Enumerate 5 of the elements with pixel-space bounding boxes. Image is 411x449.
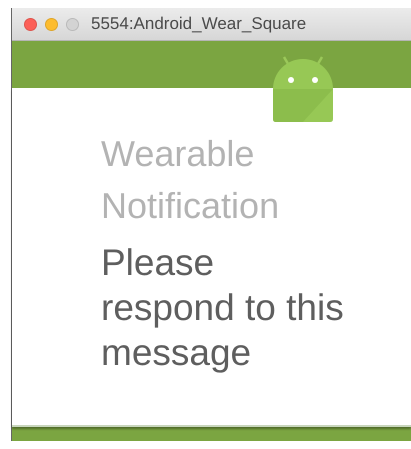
notification-title: Wearable Notification — [101, 132, 280, 228]
window-title: 5554:Android_Wear_Square — [91, 14, 306, 34]
close-button[interactable] — [24, 18, 37, 30]
notification-text: Please respond to this message — [101, 241, 345, 375]
minimize-button[interactable] — [45, 18, 58, 30]
